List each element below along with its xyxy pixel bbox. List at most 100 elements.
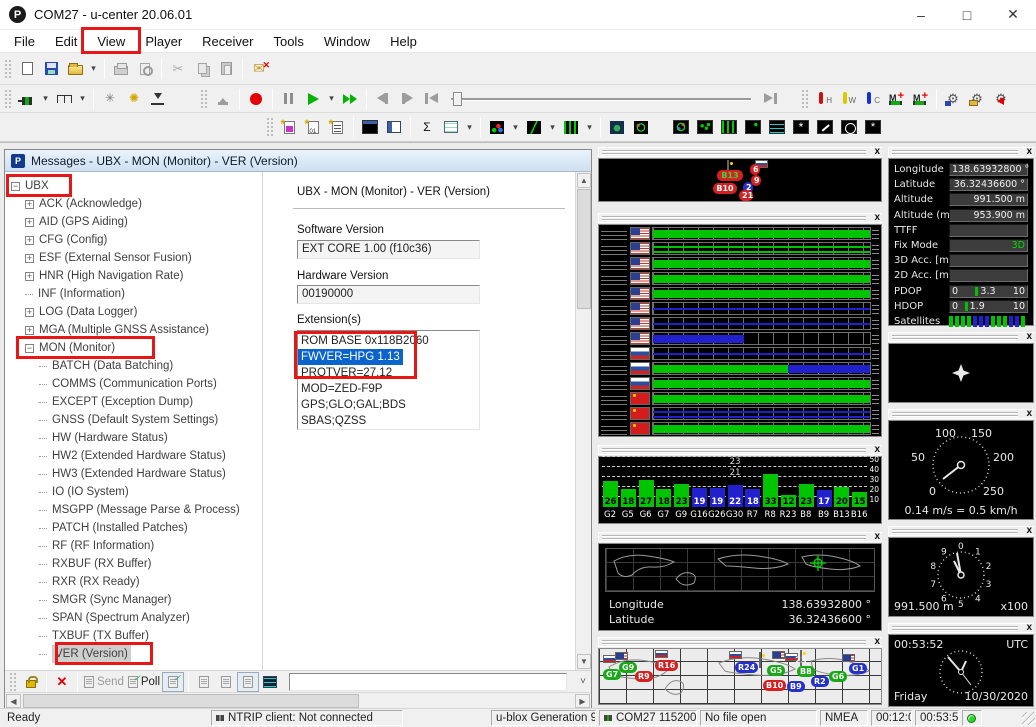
warm-start-button[interactable] xyxy=(836,87,860,111)
dock-altimeter-button[interactable] xyxy=(861,115,885,139)
scroll-down-icon[interactable]: ▼ xyxy=(577,654,591,669)
dock-meter-button[interactable] xyxy=(813,115,837,139)
chart-dropdown[interactable]: ▾ xyxy=(546,115,559,139)
chevron-down-icon[interactable]: ˅ xyxy=(575,676,591,687)
poll-button[interactable]: Poll xyxy=(126,672,162,692)
signal-history-panel[interactable] xyxy=(598,224,882,437)
baud-rate-button[interactable] xyxy=(52,87,76,111)
open-button[interactable] xyxy=(63,57,87,81)
map-dropdown[interactable]: ▾ xyxy=(509,115,522,139)
dock-signal-level-button[interactable] xyxy=(717,115,741,139)
tree-item-mon-monitor[interactable]: −MON (Monitor) xyxy=(5,339,262,357)
scroll-left-icon[interactable]: ◀ xyxy=(6,694,21,708)
paste-button[interactable] xyxy=(214,57,238,81)
expand-icon[interactable]: + xyxy=(25,326,34,335)
world-map-panel[interactable]: G7G9R9R16R24G5B8B10B9R2G6G123 xyxy=(598,648,882,705)
play-button[interactable] xyxy=(301,87,325,111)
close-icon[interactable]: x xyxy=(1026,331,1032,342)
dock-clock-button[interactable] xyxy=(837,115,861,139)
log-file-button[interactable] xyxy=(247,57,271,81)
print-preview-button[interactable] xyxy=(133,57,157,81)
close-icon[interactable]: x xyxy=(874,531,880,542)
menu-receiver[interactable]: Receiver xyxy=(192,31,263,52)
close-icon[interactable]: x xyxy=(1026,622,1032,633)
extension-item-protver-27-12[interactable]: PROTVER=27.12 xyxy=(298,365,479,381)
tree-item-comms-communication-ports[interactable]: COMMS (Communication Ports) xyxy=(5,375,262,393)
close-icon[interactable]: x xyxy=(874,212,880,223)
split-window-button[interactable] xyxy=(382,115,406,139)
slider-thumb[interactable] xyxy=(453,92,462,106)
log-table-button[interactable] xyxy=(259,672,281,692)
baud-dropdown[interactable]: ▾ xyxy=(76,87,89,111)
menu-file[interactable]: File xyxy=(4,31,45,52)
maximize-button[interactable]: □ xyxy=(944,0,990,30)
copy-button[interactable] xyxy=(190,57,214,81)
messages-hscrollbar[interactable]: ◀ ▶ xyxy=(5,692,591,708)
menu-help[interactable]: Help xyxy=(380,31,427,52)
connect-button[interactable] xyxy=(15,87,39,111)
tree-item-hw3-extended-hardware-status[interactable]: HW3 (Extended Hardware Status) xyxy=(5,465,262,483)
close-icon[interactable]: x xyxy=(874,444,880,455)
message-filter-input[interactable] xyxy=(289,673,567,691)
tree-item-except-exception-dump[interactable]: EXCEPT (Exception Dump) xyxy=(5,393,262,411)
data-view-panel[interactable]: Longitude138.63932800 °Latitude36.324366… xyxy=(888,158,1034,326)
close-icon[interactable]: x xyxy=(1026,146,1032,157)
add-config-marker-button[interactable] xyxy=(908,87,932,111)
connect-dropdown[interactable]: ▾ xyxy=(39,87,52,111)
tree-item-msgpp-message-parse-process[interactable]: MSGPP (Message Parse & Process) xyxy=(5,501,262,519)
dock-data-view-button[interactable] xyxy=(765,115,789,139)
scroll-right-icon[interactable]: ▶ xyxy=(575,694,590,708)
dock-grip[interactable]: x xyxy=(888,526,1034,536)
speedometer-panel[interactable]: 100 150 50 200 0 250 0.14 m/s = 0.5 km/h xyxy=(888,420,1034,520)
cut-button[interactable] xyxy=(166,57,190,81)
histogram-dropdown[interactable]: ▾ xyxy=(583,115,596,139)
close-icon[interactable]: x xyxy=(1026,408,1032,419)
scrollbar-thumb[interactable] xyxy=(577,189,591,309)
expand-icon[interactable]: + xyxy=(25,218,34,227)
step-back-button[interactable] xyxy=(371,87,395,111)
tree-item-ver-version[interactable]: VER (Version) xyxy=(5,645,262,663)
tree-item-hw-hardware-status[interactable]: HW (Hardware Status) xyxy=(5,429,262,447)
tree-item-hw2-extended-hardware-status[interactable]: HW2 (Extended Hardware Status) xyxy=(5,447,262,465)
print-button[interactable] xyxy=(109,57,133,81)
tree-item-rxbuf-rx-buffer[interactable]: RXBUF (RX Buffer) xyxy=(5,555,262,573)
tree-item-rxr-rx-ready[interactable]: RXR (RX Ready) xyxy=(5,573,262,591)
collapse-icon[interactable]: − xyxy=(25,344,34,353)
auto-poll-button[interactable] xyxy=(162,672,184,692)
menu-view[interactable]: View xyxy=(87,31,135,52)
tree-item-ubx[interactable]: −UBX xyxy=(5,177,262,195)
extension-item-fwver-hpg-1-13[interactable]: FWVER=HPG 1.13 xyxy=(298,349,403,365)
sky-view-button[interactable] xyxy=(629,115,653,139)
tree-item-esf-external-sensor-fusion[interactable]: +ESF (External Sensor Fusion) xyxy=(5,249,262,267)
dock-grip[interactable]: x xyxy=(598,147,882,157)
histogram-view-button[interactable] xyxy=(559,115,583,139)
hot-start-button[interactable] xyxy=(812,87,836,111)
tree-item-txbuf-tx-buffer[interactable]: TXBUF (TX Buffer) xyxy=(5,627,262,645)
scroll-up-icon[interactable]: ▲ xyxy=(577,173,591,188)
play-dropdown[interactable]: ▾ xyxy=(325,87,338,111)
clear-button[interactable] xyxy=(51,672,73,692)
dump-message-button[interactable] xyxy=(215,672,237,692)
menu-tools[interactable]: Tools xyxy=(263,31,313,52)
table-dropdown[interactable]: ▾ xyxy=(463,115,476,139)
download-button[interactable] xyxy=(146,87,170,111)
lock-button[interactable] xyxy=(20,672,42,692)
dock-grip[interactable]: x xyxy=(888,409,1034,419)
tree-item-cfg-config[interactable]: +CFG (Config) xyxy=(5,231,262,249)
toolbar-grip[interactable] xyxy=(4,59,12,79)
dock-grip[interactable]: x xyxy=(888,623,1034,633)
close-icon[interactable]: x xyxy=(874,636,880,647)
toolbar-grip[interactable] xyxy=(801,89,809,109)
tree-item-io-io-system[interactable]: IO (IO System) xyxy=(5,483,262,501)
tree-item-rf-rf-information[interactable]: RF (RF Information) xyxy=(5,537,262,555)
table-view-button[interactable] xyxy=(439,115,463,139)
save-button[interactable] xyxy=(39,57,63,81)
dock-sky-view-button[interactable] xyxy=(669,115,693,139)
dock-grip[interactable]: x xyxy=(598,213,882,223)
pause-button[interactable] xyxy=(277,87,301,111)
statistics-view-button[interactable] xyxy=(415,115,439,139)
hotkeys-button[interactable] xyxy=(122,87,146,111)
copy-message-button[interactable] xyxy=(193,672,215,692)
record-button[interactable] xyxy=(244,87,268,111)
close-icon[interactable]: x xyxy=(874,146,880,157)
